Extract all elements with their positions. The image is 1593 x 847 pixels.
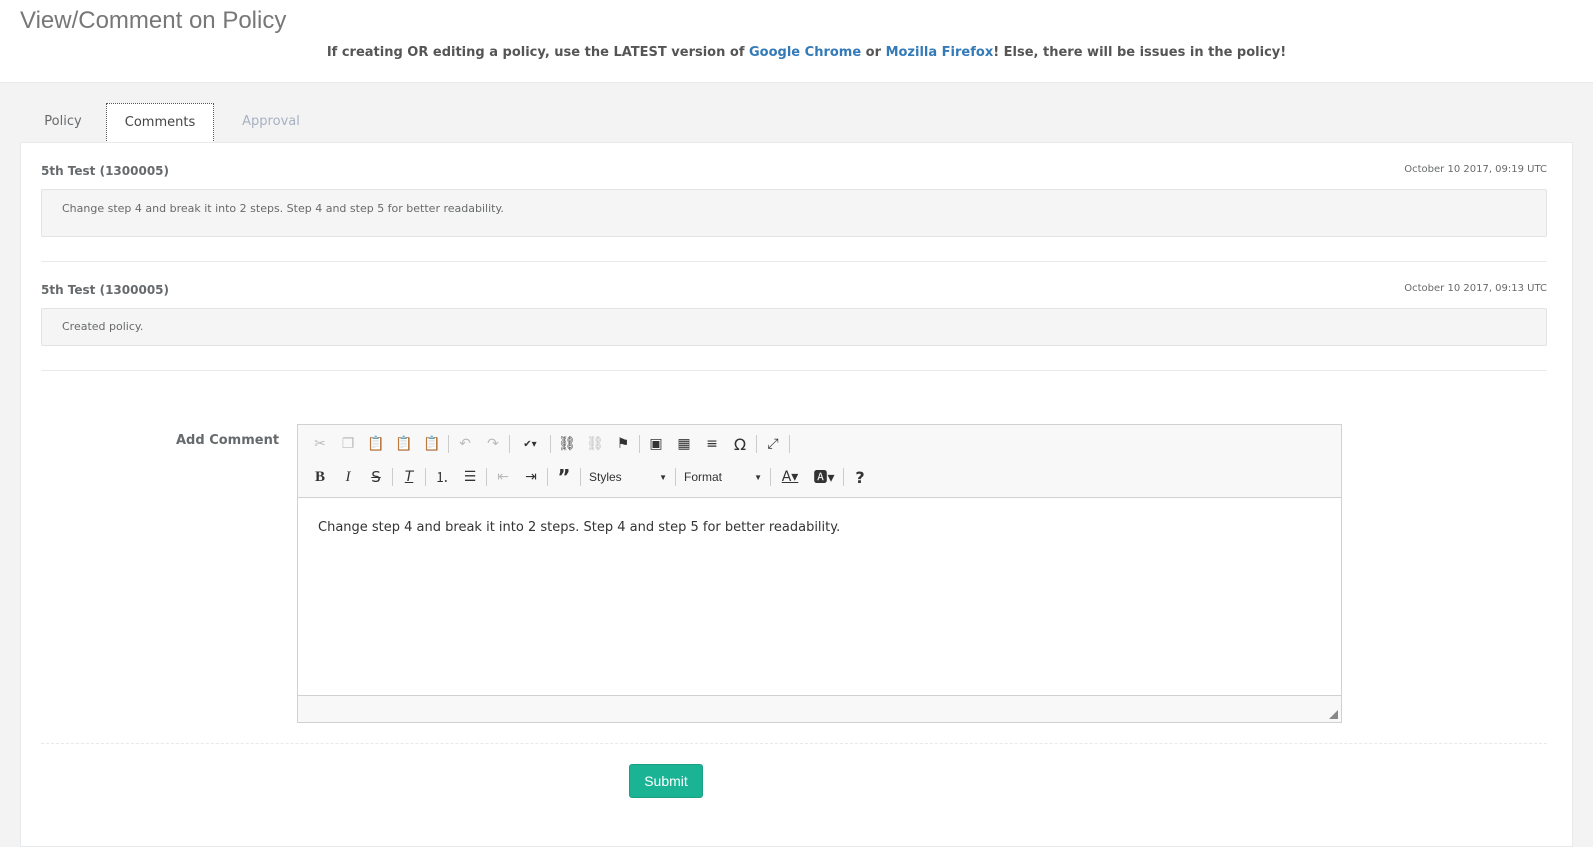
- toolbar-row-1: ✂ ❐ 📋 📋 📋 ↶ ↷ ✔▾ ⛓ ⛓ ⚑ ▣ ▦ ≡ Ω ⤢: [306, 431, 792, 457]
- spellcheck-icon[interactable]: ✔▾: [512, 431, 548, 457]
- format-dropdown-label: Format: [684, 470, 723, 484]
- strike-icon[interactable]: S: [362, 464, 390, 490]
- image-icon[interactable]: ▣: [642, 431, 670, 457]
- editor-toolbar: ✂ ❐ 📋 📋 📋 ↶ ↷ ✔▾ ⛓ ⛓ ⚑ ▣ ▦ ≡ Ω ⤢ B I S T…: [298, 425, 1341, 498]
- link-icon[interactable]: ⛓: [553, 431, 581, 457]
- toolbar-separator: [675, 468, 676, 486]
- google-chrome-link[interactable]: Google Chrome: [749, 45, 861, 60]
- toolbar-separator: [756, 435, 757, 453]
- submit-button[interactable]: Submit: [629, 764, 703, 798]
- numbered-list-icon[interactable]: ⒈: [428, 464, 456, 490]
- horizontal-line-icon[interactable]: ≡: [698, 431, 726, 457]
- styles-dropdown[interactable]: Styles ▼: [583, 465, 673, 489]
- copy-icon[interactable]: ❐: [334, 431, 362, 457]
- bold-icon[interactable]: B: [306, 464, 334, 490]
- redo-icon[interactable]: ↷: [479, 431, 507, 457]
- cut-icon[interactable]: ✂: [306, 431, 334, 457]
- add-comment-label: Add Comment: [176, 433, 280, 448]
- undo-icon[interactable]: ↶: [451, 431, 479, 457]
- maximize-icon[interactable]: ⤢: [759, 431, 787, 457]
- toolbar-separator: [392, 468, 393, 486]
- toolbar-separator: [639, 435, 640, 453]
- mozilla-firefox-link[interactable]: Mozilla Firefox: [886, 45, 994, 60]
- notice-text-start: If creating OR editing a policy, use the…: [326, 45, 750, 60]
- form-divider: [41, 743, 1547, 744]
- comment-author: 5th Test (1300005): [41, 164, 170, 178]
- anchor-icon[interactable]: ⚑: [609, 431, 637, 457]
- page-title: View/Comment on Policy: [20, 7, 287, 34]
- comment-date: October 10 2017, 09:19 UTC: [1404, 164, 1547, 175]
- table-icon[interactable]: ▦: [670, 431, 698, 457]
- toolbar-separator: [789, 435, 790, 453]
- resize-handle-icon[interactable]: [1329, 710, 1338, 719]
- browser-notice: If creating OR editing a policy, use the…: [0, 45, 1593, 60]
- bulleted-list-icon[interactable]: ☰: [456, 464, 484, 490]
- format-dropdown[interactable]: Format ▼: [678, 465, 768, 489]
- text-color-icon[interactable]: A▾: [773, 464, 807, 490]
- unlink-icon[interactable]: ⛓: [581, 431, 609, 457]
- tab-policy[interactable]: Policy: [20, 103, 106, 143]
- toolbar-separator: [509, 435, 510, 453]
- paste-word-icon[interactable]: 📋: [418, 431, 446, 457]
- notice-text-end: ! Else, there will be issues in the poli…: [993, 45, 1287, 60]
- comment-divider: [41, 370, 1547, 371]
- comment-body: Created policy.: [41, 308, 1547, 346]
- toolbar-separator: [770, 468, 771, 486]
- notice-text-or: or: [861, 45, 886, 60]
- toolbar-separator: [580, 468, 581, 486]
- italic-icon[interactable]: I: [334, 464, 362, 490]
- comments-panel: 5th Test (1300005) October 10 2017, 09:1…: [20, 142, 1573, 847]
- outdent-icon[interactable]: ⇤: [489, 464, 517, 490]
- paste-text-icon[interactable]: 📋: [390, 431, 418, 457]
- toolbar-separator: [448, 435, 449, 453]
- comment-author: 5th Test (1300005): [41, 283, 170, 297]
- tab-comments[interactable]: Comments: [106, 103, 214, 143]
- remove-format-icon[interactable]: T: [395, 464, 423, 490]
- toolbar-separator: [550, 435, 551, 453]
- blockquote-icon[interactable]: ”: [550, 464, 578, 490]
- special-char-icon[interactable]: Ω: [726, 431, 754, 457]
- paste-icon[interactable]: 📋: [362, 431, 390, 457]
- chevron-down-icon: ▼: [754, 472, 762, 482]
- comment-date: October 10 2017, 09:13 UTC: [1404, 283, 1547, 294]
- bg-color-icon[interactable]: 🅰▾: [807, 464, 841, 490]
- toolbar-separator: [547, 468, 548, 486]
- toolbar-separator: [486, 468, 487, 486]
- styles-dropdown-label: Styles: [589, 470, 622, 484]
- indent-icon[interactable]: ⇥: [517, 464, 545, 490]
- editor-content[interactable]: Change step 4 and break it into 2 steps.…: [318, 520, 840, 535]
- page-header: View/Comment on Policy If creating OR ed…: [0, 0, 1593, 83]
- editor-statusbar: [298, 695, 1341, 722]
- comment-divider: [41, 261, 1547, 262]
- tab-approval: Approval: [242, 114, 300, 129]
- chevron-down-icon: ▼: [659, 472, 667, 482]
- toolbar-separator: [425, 468, 426, 486]
- comment-editor[interactable]: ✂ ❐ 📋 📋 📋 ↶ ↷ ✔▾ ⛓ ⛓ ⚑ ▣ ▦ ≡ Ω ⤢ B I S T…: [297, 424, 1342, 723]
- help-icon[interactable]: ?: [846, 464, 874, 490]
- toolbar-separator: [843, 468, 844, 486]
- toolbar-row-2: B I S T ⒈ ☰ ⇤ ⇥ ” Styles ▼ Format ▼ A▾ 🅰▾: [306, 464, 874, 490]
- comment-body: Change step 4 and break it into 2 steps.…: [41, 189, 1547, 237]
